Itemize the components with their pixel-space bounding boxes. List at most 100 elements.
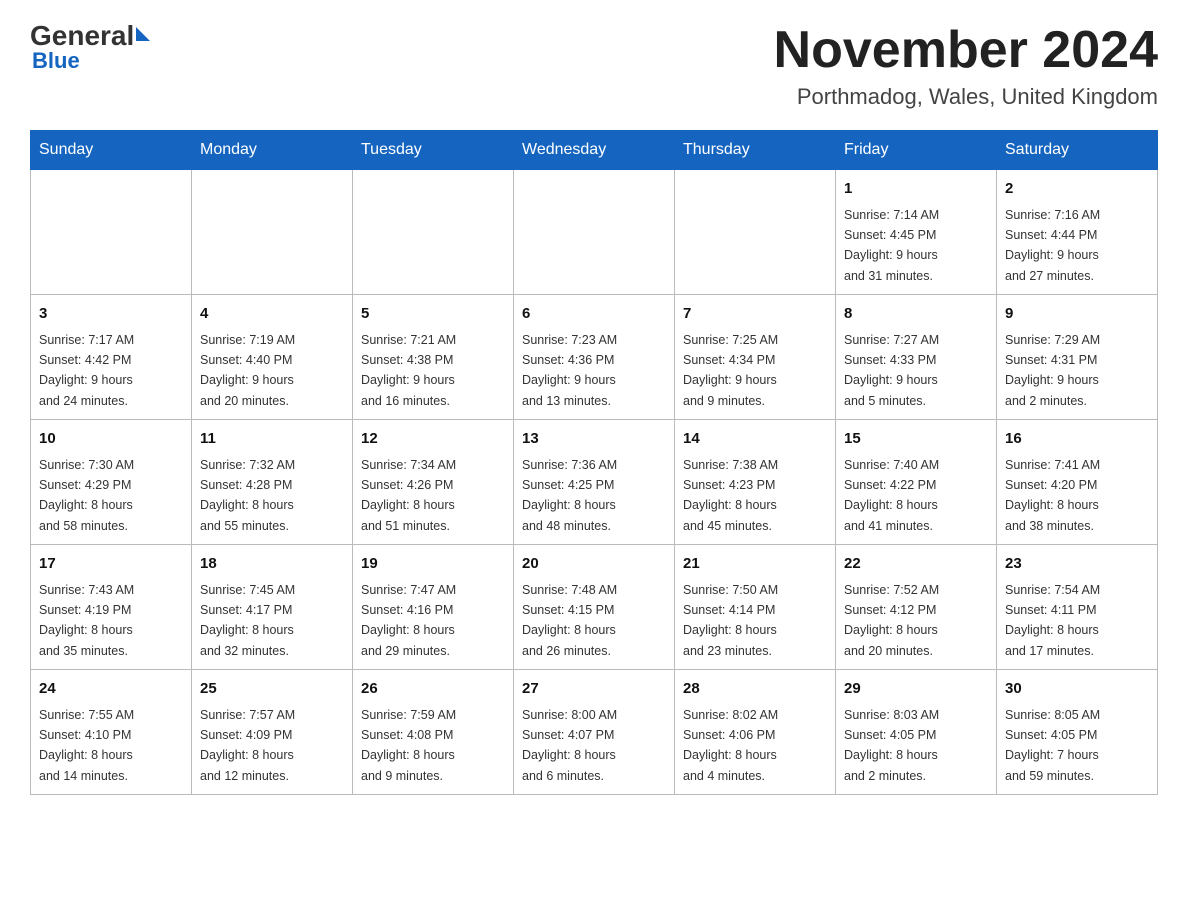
weekday-header-tuesday: Tuesday xyxy=(353,131,514,170)
day-number: 19 xyxy=(361,553,505,576)
day-number: 3 xyxy=(39,303,183,326)
calendar-cell: 17 Sunrise: 7:43 AM Sunset: 4:19 PM Dayli… xyxy=(31,545,192,670)
calendar-cell: 29Sunrise: 8:03 AM Sunset: 4:05 PM Dayli… xyxy=(836,670,997,795)
day-number: 30 xyxy=(1005,678,1149,701)
day-info: Sunrise: 7:47 AM Sunset: 4:16 PM Dayligh… xyxy=(361,583,456,658)
calendar-cell: 24 Sunrise: 7:55 AM Sunset: 4:10 PM Dayli… xyxy=(31,670,192,795)
day-number: 14 xyxy=(683,428,827,451)
day-number: 17 xyxy=(39,553,183,576)
day-info: Sunrise: 7:52 AM Sunset: 4:12 PM Dayligh… xyxy=(844,583,939,658)
weekday-header-monday: Monday xyxy=(192,131,353,170)
calendar-cell: 20 Sunrise: 7:48 AM Sunset: 4:15 PM Dayli… xyxy=(514,545,675,670)
day-number: 16 xyxy=(1005,428,1149,451)
day-number: 28 xyxy=(683,678,827,701)
day-info: Sunrise: 7:32 AM Sunset: 4:28 PM Dayligh… xyxy=(200,458,295,533)
weekday-header-wednesday: Wednesday xyxy=(514,131,675,170)
weekday-header-saturday: Saturday xyxy=(997,131,1158,170)
calendar-cell: 1 Sunrise: 7:14 AM Sunset: 4:45 PM Daylig… xyxy=(836,170,997,295)
day-number: 13 xyxy=(522,428,666,451)
calendar-cell: 5 Sunrise: 7:21 AM Sunset: 4:38 PM Daylig… xyxy=(353,295,514,420)
calendar-table: SundayMondayTuesdayWednesdayThursdayFrid… xyxy=(30,130,1158,795)
day-info: Sunrise: 8:02 AM Sunset: 4:06 PM Dayligh… xyxy=(683,708,778,783)
day-number: 25 xyxy=(200,678,344,701)
day-info: Sunrise: 7:55 AM Sunset: 4:10 PM Dayligh… xyxy=(39,708,134,783)
day-info: Sunrise: 7:30 AM Sunset: 4:29 PM Dayligh… xyxy=(39,458,134,533)
day-number: 12 xyxy=(361,428,505,451)
day-info: Sunrise: 8:05 AM Sunset: 4:05 PM Dayligh… xyxy=(1005,708,1100,783)
logo: General Blue xyxy=(30,20,150,74)
calendar-cell: 9 Sunrise: 7:29 AM Sunset: 4:31 PM Daylig… xyxy=(997,295,1158,420)
calendar-cell: 16 Sunrise: 7:41 AM Sunset: 4:20 PM Dayli… xyxy=(997,420,1158,545)
day-number: 27 xyxy=(522,678,666,701)
day-number: 15 xyxy=(844,428,988,451)
calendar-cell: 21 Sunrise: 7:50 AM Sunset: 4:14 PM Dayli… xyxy=(675,545,836,670)
weekday-header-thursday: Thursday xyxy=(675,131,836,170)
day-number: 22 xyxy=(844,553,988,576)
day-info: Sunrise: 7:45 AM Sunset: 4:17 PM Dayligh… xyxy=(200,583,295,658)
calendar-subtitle: Porthmadog, Wales, United Kingdom xyxy=(774,84,1158,110)
day-info: Sunrise: 7:25 AM Sunset: 4:34 PM Dayligh… xyxy=(683,333,778,408)
calendar-cell: 26Sunrise: 7:59 AM Sunset: 4:08 PM Dayli… xyxy=(353,670,514,795)
calendar-cell: 22 Sunrise: 7:52 AM Sunset: 4:12 PM Dayli… xyxy=(836,545,997,670)
calendar-cell: 19 Sunrise: 7:47 AM Sunset: 4:16 PM Dayli… xyxy=(353,545,514,670)
day-number: 4 xyxy=(200,303,344,326)
calendar-cell: 13 Sunrise: 7:36 AM Sunset: 4:25 PM Dayli… xyxy=(514,420,675,545)
calendar-cell: 27 Sunrise: 8:00 AM Sunset: 4:07 PM Dayli… xyxy=(514,670,675,795)
calendar-cell: 7 Sunrise: 7:25 AM Sunset: 4:34 PM Daylig… xyxy=(675,295,836,420)
day-info: Sunrise: 7:50 AM Sunset: 4:14 PM Dayligh… xyxy=(683,583,778,658)
day-number: 11 xyxy=(200,428,344,451)
calendar-cell: 11 Sunrise: 7:32 AM Sunset: 4:28 PM Dayli… xyxy=(192,420,353,545)
calendar-cell: 12 Sunrise: 7:34 AM Sunset: 4:26 PM Dayli… xyxy=(353,420,514,545)
calendar-cell: 23 Sunrise: 7:54 AM Sunset: 4:11 PM Dayli… xyxy=(997,545,1158,670)
day-number: 5 xyxy=(361,303,505,326)
day-info: Sunrise: 7:57 AM Sunset: 4:09 PM Dayligh… xyxy=(200,708,295,783)
day-info: Sunrise: 7:41 AM Sunset: 4:20 PM Dayligh… xyxy=(1005,458,1100,533)
calendar-cell: 25 Sunrise: 7:57 AM Sunset: 4:09 PM Dayli… xyxy=(192,670,353,795)
calendar-cell: 30 Sunrise: 8:05 AM Sunset: 4:05 PM Dayli… xyxy=(997,670,1158,795)
day-info: Sunrise: 7:40 AM Sunset: 4:22 PM Dayligh… xyxy=(844,458,939,533)
calendar-row: 17 Sunrise: 7:43 AM Sunset: 4:19 PM Dayli… xyxy=(31,545,1158,670)
calendar-cell xyxy=(353,170,514,295)
day-number: 24 xyxy=(39,678,183,701)
calendar-cell: 4 Sunrise: 7:19 AM Sunset: 4:40 PM Daylig… xyxy=(192,295,353,420)
weekday-header-friday: Friday xyxy=(836,131,997,170)
page-header: General Blue November 2024 Porthmadog, W… xyxy=(30,20,1158,110)
day-number: 8 xyxy=(844,303,988,326)
day-info: Sunrise: 7:21 AM Sunset: 4:38 PM Dayligh… xyxy=(361,333,456,408)
weekday-header-row: SundayMondayTuesdayWednesdayThursdayFrid… xyxy=(31,131,1158,170)
day-number: 7 xyxy=(683,303,827,326)
weekday-header-sunday: Sunday xyxy=(31,131,192,170)
day-number: 2 xyxy=(1005,178,1149,201)
calendar-row: 1 Sunrise: 7:14 AM Sunset: 4:45 PM Daylig… xyxy=(31,170,1158,295)
calendar-cell: 28 Sunrise: 8:02 AM Sunset: 4:06 PM Dayli… xyxy=(675,670,836,795)
day-number: 9 xyxy=(1005,303,1149,326)
calendar-cell: 2 Sunrise: 7:16 AM Sunset: 4:44 PM Daylig… xyxy=(997,170,1158,295)
calendar-title: November 2024 xyxy=(774,20,1158,80)
day-number: 20 xyxy=(522,553,666,576)
day-info: Sunrise: 7:14 AM Sunset: 4:45 PM Dayligh… xyxy=(844,208,939,283)
title-area: November 2024 Porthmadog, Wales, United … xyxy=(774,20,1158,110)
calendar-cell xyxy=(192,170,353,295)
day-info: Sunrise: 7:19 AM Sunset: 4:40 PM Dayligh… xyxy=(200,333,295,408)
logo-blue: Blue xyxy=(32,48,80,74)
logo-triangle-icon xyxy=(136,27,150,41)
day-info: Sunrise: 7:16 AM Sunset: 4:44 PM Dayligh… xyxy=(1005,208,1100,283)
calendar-cell: 18Sunrise: 7:45 AM Sunset: 4:17 PM Dayli… xyxy=(192,545,353,670)
day-info: Sunrise: 7:34 AM Sunset: 4:26 PM Dayligh… xyxy=(361,458,456,533)
day-info: Sunrise: 7:54 AM Sunset: 4:11 PM Dayligh… xyxy=(1005,583,1100,658)
calendar-cell: 14 Sunrise: 7:38 AM Sunset: 4:23 PM Dayli… xyxy=(675,420,836,545)
day-info: Sunrise: 7:38 AM Sunset: 4:23 PM Dayligh… xyxy=(683,458,778,533)
calendar-cell xyxy=(31,170,192,295)
day-info: Sunrise: 8:00 AM Sunset: 4:07 PM Dayligh… xyxy=(522,708,617,783)
day-number: 21 xyxy=(683,553,827,576)
day-info: Sunrise: 7:43 AM Sunset: 4:19 PM Dayligh… xyxy=(39,583,134,658)
day-info: Sunrise: 7:36 AM Sunset: 4:25 PM Dayligh… xyxy=(522,458,617,533)
day-number: 23 xyxy=(1005,553,1149,576)
calendar-cell: 6Sunrise: 7:23 AM Sunset: 4:36 PM Daylig… xyxy=(514,295,675,420)
day-info: Sunrise: 7:48 AM Sunset: 4:15 PM Dayligh… xyxy=(522,583,617,658)
calendar-row: 10Sunrise: 7:30 AM Sunset: 4:29 PM Dayli… xyxy=(31,420,1158,545)
day-info: Sunrise: 7:23 AM Sunset: 4:36 PM Dayligh… xyxy=(522,333,617,408)
day-info: Sunrise: 7:29 AM Sunset: 4:31 PM Dayligh… xyxy=(1005,333,1100,408)
day-number: 1 xyxy=(844,178,988,201)
day-number: 29 xyxy=(844,678,988,701)
